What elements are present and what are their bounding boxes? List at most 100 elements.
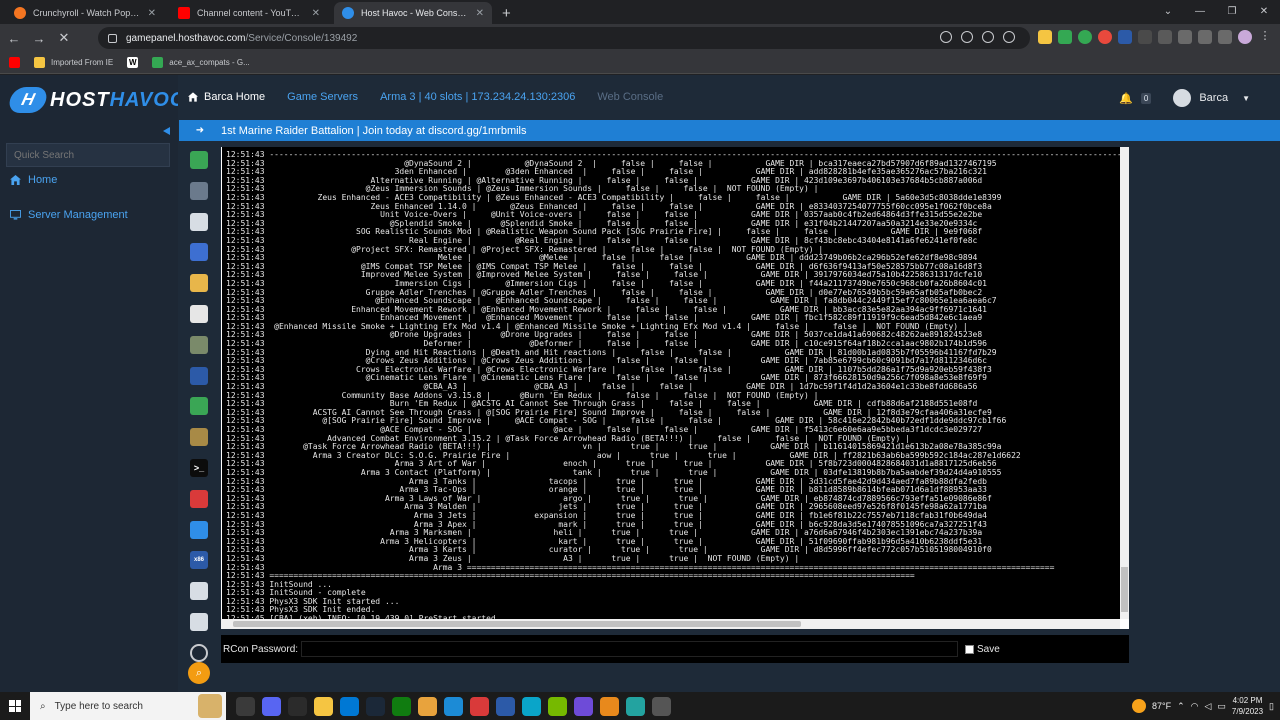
workshop-icon[interactable]	[190, 335, 208, 354]
stop-loading-button[interactable]: ✕	[53, 27, 75, 49]
breadcrumb-game-servers[interactable]: Game Servers	[287, 91, 358, 103]
nvidia-icon[interactable]	[548, 696, 567, 716]
app-purple-icon[interactable]	[574, 696, 593, 716]
volume-icon[interactable]: ◁	[1204, 701, 1211, 712]
browser-tab-hosthavoc[interactable]: Host Havoc - Web Console ✕	[334, 2, 492, 24]
extension-icon[interactable]	[1058, 30, 1072, 44]
explorer-icon[interactable]	[314, 696, 333, 716]
rcon-password-input[interactable]	[301, 641, 958, 657]
taskbar-search[interactable]: ⌕ Type here to search	[30, 692, 226, 720]
clock[interactable]: 4:02 PM 7/9/2023	[1232, 695, 1263, 717]
new-tab-button[interactable]: +	[502, 5, 511, 22]
mod-green-icon[interactable]	[190, 397, 208, 416]
puzzle-icon[interactable]	[1178, 30, 1192, 44]
sidebar-item-server-management[interactable]: Server Management	[10, 209, 128, 221]
close-icon[interactable]: ✕	[476, 8, 484, 19]
flask-icon[interactable]	[190, 243, 208, 262]
scroll-thumb[interactable]	[1121, 567, 1128, 612]
edge-icon[interactable]	[444, 696, 463, 716]
app-teal-icon[interactable]	[626, 696, 645, 716]
file-icon[interactable]	[190, 304, 208, 323]
scroll-thumb[interactable]	[233, 621, 801, 627]
x86-x64-icon[interactable]: x86	[190, 551, 208, 570]
sliders-icon[interactable]	[190, 181, 208, 200]
collapse-sidebar-icon[interactable]	[163, 127, 170, 135]
news-icon[interactable]	[288, 696, 307, 716]
extension-icon[interactable]	[1098, 30, 1112, 44]
tab-search-icon[interactable]: ⌄	[1152, 0, 1184, 22]
console-vertical-scrollbar[interactable]	[1120, 147, 1129, 619]
key-icon[interactable]	[961, 31, 973, 43]
extension-icon[interactable]	[1158, 30, 1172, 44]
sidebar-icon[interactable]	[1218, 30, 1232, 44]
discord-icon[interactable]	[262, 696, 281, 716]
extension-icon[interactable]	[1038, 30, 1052, 44]
extension-icon[interactable]	[1118, 30, 1132, 44]
minimize-button[interactable]: —	[1184, 0, 1216, 22]
maximize-button[interactable]: ❐	[1216, 0, 1248, 22]
browser-tab-crunchyroll[interactable]: Crunchyroll - Watch Popular Anime ✕	[6, 2, 164, 24]
server-alt-icon[interactable]	[190, 612, 208, 631]
username[interactable]: Barca	[1199, 92, 1228, 104]
steam-icon[interactable]	[366, 696, 385, 716]
bookmark-drive[interactable]: ace_ax_compats - G...	[152, 57, 250, 68]
extension-icon[interactable]	[1138, 30, 1152, 44]
star-icon[interactable]	[1003, 31, 1015, 43]
hosthavoc-logo[interactable]: H HOSTHAVOC	[6, 87, 186, 113]
mod-blue-icon[interactable]	[190, 366, 208, 385]
chart-icon[interactable]	[190, 520, 208, 539]
tray-chevron-icon[interactable]: ⌃	[1177, 701, 1185, 712]
gamepad-icon[interactable]	[190, 151, 208, 169]
close-icon[interactable]: ✕	[312, 8, 320, 19]
sidebar-item-home[interactable]: Home	[10, 174, 57, 186]
xbox-icon[interactable]	[392, 696, 411, 716]
close-icon[interactable]: ✕	[148, 8, 156, 19]
bookmark-wikipedia[interactable]: W	[127, 57, 139, 68]
back-button[interactable]: ←	[3, 27, 25, 49]
address-bar[interactable]: gamepanel.hosthavoc.com/Service/Console/…	[98, 27, 1030, 49]
folder-icon[interactable]	[190, 274, 208, 293]
photos-icon[interactable]	[340, 696, 359, 716]
console-horizontal-scrollbar[interactable]	[221, 619, 1120, 629]
app-gray-icon[interactable]	[652, 696, 671, 716]
profile-icon[interactable]	[1238, 30, 1252, 44]
keyboard-icon[interactable]	[190, 212, 208, 231]
app-red-icon[interactable]	[470, 696, 489, 716]
start-button[interactable]	[0, 692, 30, 720]
bookmark-folder[interactable]: Imported From IE	[34, 57, 113, 68]
app-cyan-icon[interactable]	[522, 696, 541, 716]
quick-search-input[interactable]	[6, 143, 170, 167]
save-checkbox[interactable]: Save	[965, 644, 1000, 655]
breadcrumb-server[interactable]: Arma 3 | 40 slots | 173.234.24.130:2306	[380, 91, 575, 103]
mod-gold-icon[interactable]	[190, 428, 208, 447]
notifications-icon[interactable]: ▯	[1269, 701, 1274, 712]
menu-icon[interactable]: ⋮	[1258, 30, 1272, 44]
bell-icon[interactable]: 🔔	[1119, 92, 1133, 105]
google-lens-icon[interactable]	[940, 31, 952, 43]
share-icon[interactable]	[982, 31, 994, 43]
weather-temp[interactable]: 87°F	[1152, 701, 1171, 711]
logo-havoc: HAVOC	[109, 88, 186, 111]
weather-icon[interactable]	[1131, 699, 1146, 713]
app-blue-icon[interactable]	[496, 696, 515, 716]
refresh-icon[interactable]	[190, 643, 208, 662]
reading-list-icon[interactable]	[1198, 30, 1212, 44]
app-orange-icon[interactable]	[600, 696, 619, 716]
chrome-icon[interactable]	[418, 696, 437, 716]
battery-icon[interactable]: ▭	[1217, 701, 1226, 712]
wifi-icon[interactable]: ◠	[1191, 701, 1199, 712]
clock-icon[interactable]	[190, 489, 208, 508]
avatar[interactable]	[1173, 89, 1192, 107]
checkbox[interactable]	[965, 644, 974, 654]
bookmark-youtube[interactable]	[9, 57, 20, 68]
terminal-icon[interactable]: >_	[190, 458, 208, 477]
close-window-button[interactable]: ✕	[1248, 0, 1280, 22]
browser-tab-youtube[interactable]: Channel content - YouTube Studio ✕	[170, 2, 328, 24]
search-icon[interactable]: ⌕	[188, 662, 210, 684]
forward-button[interactable]: →	[28, 27, 50, 49]
breadcrumb-home[interactable]: Barca Home	[188, 91, 265, 103]
caret-down-icon[interactable]: ▼	[1242, 94, 1250, 103]
server-icon[interactable]	[190, 582, 208, 601]
extension-icon[interactable]	[1078, 30, 1092, 44]
task-view-icon[interactable]	[236, 696, 255, 716]
